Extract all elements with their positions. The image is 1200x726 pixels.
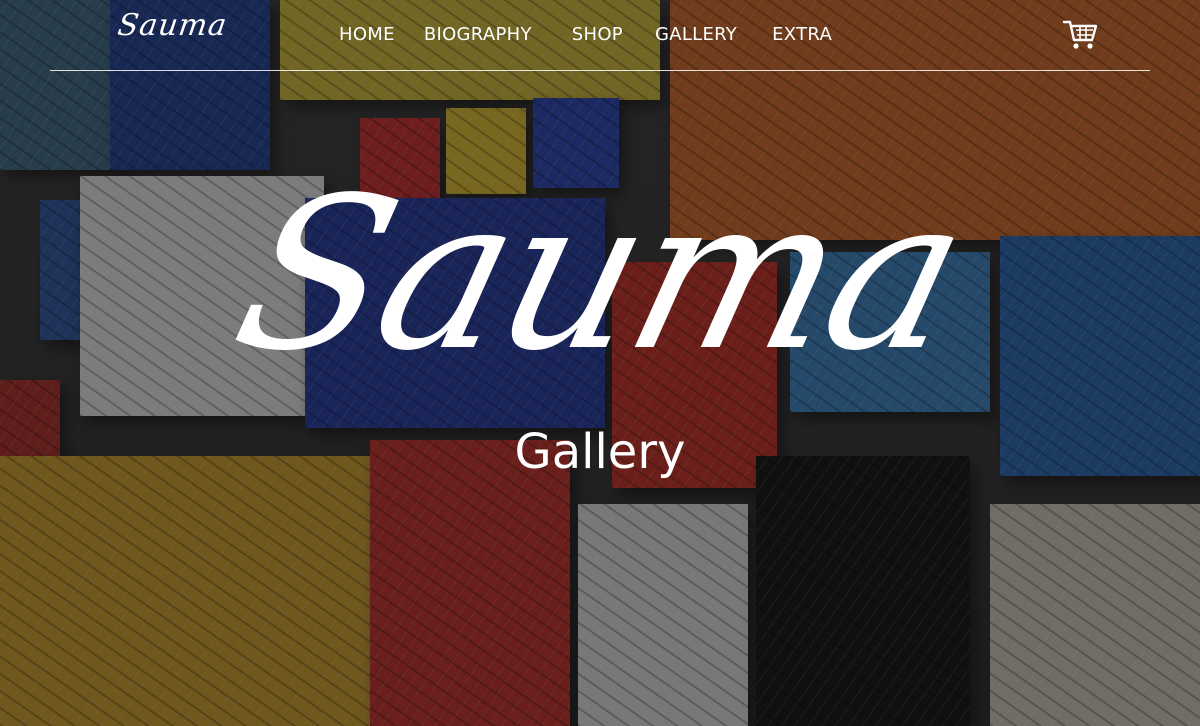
hero-subtitle: Gallery xyxy=(514,424,686,480)
nav-shop[interactable]: SHOP xyxy=(572,24,623,45)
main-nav: HOME BIOGRAPHY SHOP GALLERY EXTRA xyxy=(339,24,832,45)
nav-gallery[interactable]: GALLERY xyxy=(655,24,737,45)
nav-extra[interactable]: EXTRA xyxy=(772,24,832,45)
site-logo[interactable]: Sauma xyxy=(116,8,230,43)
hero-section: Sauma HOME BIOGRAPHY SHOP GALLERY EXTRA … xyxy=(0,0,1200,726)
nav-biography[interactable]: BIOGRAPHY xyxy=(424,24,532,45)
site-header: Sauma HOME BIOGRAPHY SHOP GALLERY EXTRA xyxy=(50,0,1150,71)
nav-home[interactable]: HOME xyxy=(339,24,395,45)
shopping-cart-icon[interactable] xyxy=(1062,18,1098,52)
hero-title: Sauma xyxy=(215,152,985,397)
